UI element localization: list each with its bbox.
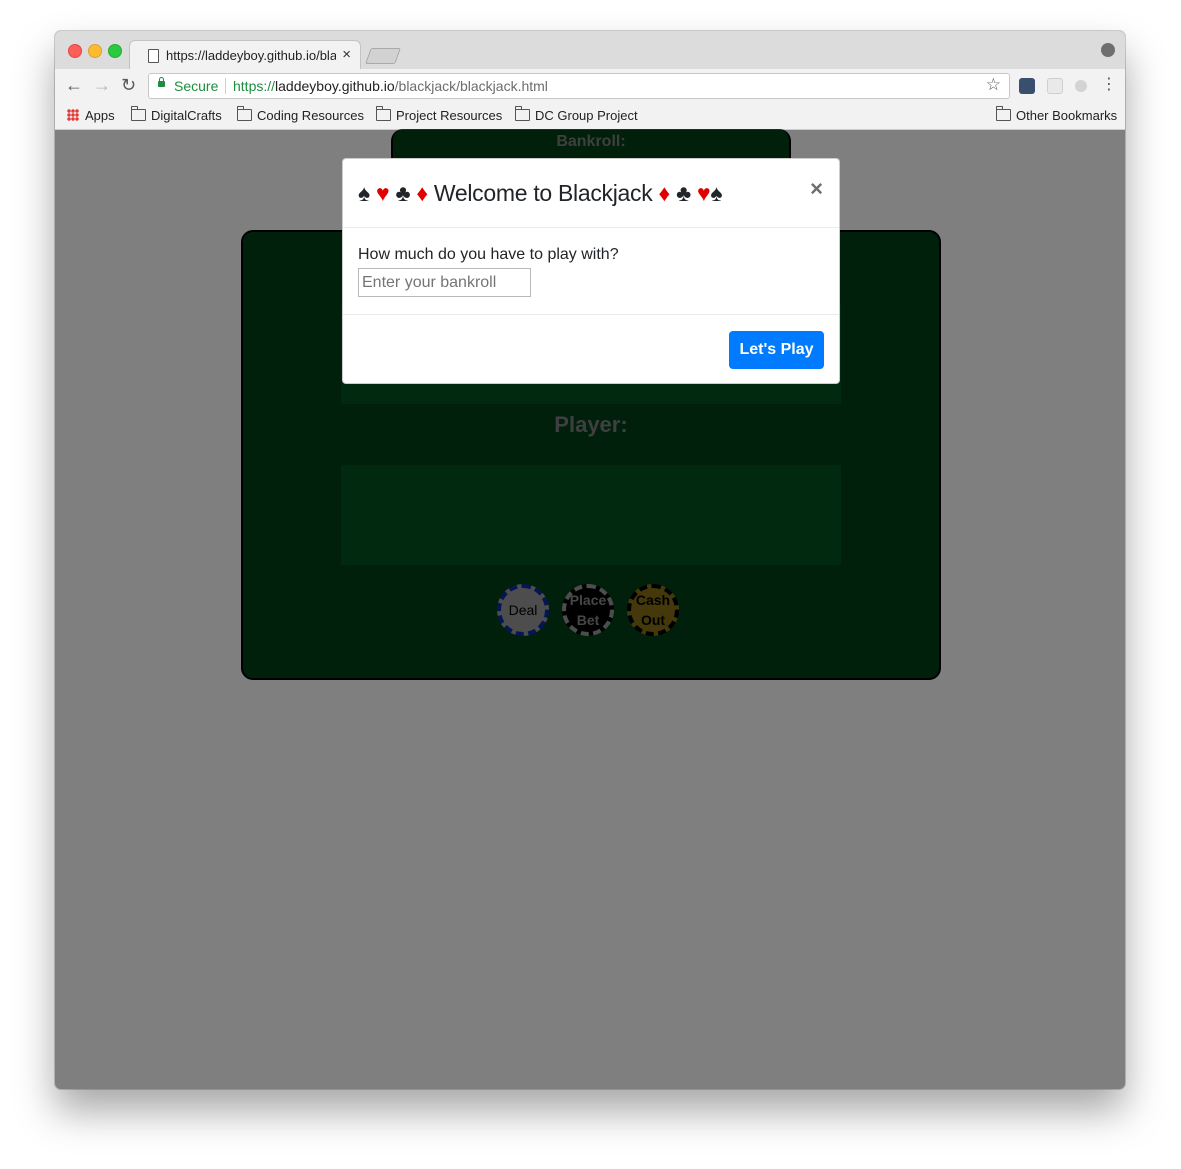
browser-window: https://laddeyboy.github.io/blackjack × … bbox=[55, 31, 1125, 1089]
club-icon: ♣ bbox=[395, 180, 411, 206]
apps-grid-icon bbox=[67, 109, 79, 121]
bookmark-other[interactable]: Other Bookmarks bbox=[996, 106, 1118, 123]
bookmark-dc-group-project[interactable]: DC Group Project bbox=[515, 106, 638, 123]
modal-close-icon[interactable]: × bbox=[810, 176, 823, 202]
tab-strip: https://laddeyboy.github.io/blackjack × bbox=[55, 31, 1125, 71]
extension-icon[interactable] bbox=[1019, 78, 1035, 94]
modal-header: ♠ ♥ ♣ ♦ Welcome to Blackjack ♦ ♣ ♥♠ × bbox=[343, 159, 839, 228]
browser-menu-icon[interactable]: ⋮ bbox=[1101, 76, 1117, 94]
bookmark-digitalcrafts[interactable]: DigitalCrafts bbox=[131, 106, 222, 123]
club-icon: ♣ bbox=[676, 180, 691, 206]
folder-icon bbox=[237, 106, 252, 121]
spade-icon: ♠ bbox=[710, 180, 723, 206]
bookmark-label: Coding Resources bbox=[257, 108, 364, 123]
back-arrow-icon[interactable]: ← bbox=[65, 75, 83, 95]
extension-icon[interactable] bbox=[1047, 78, 1063, 94]
folder-icon bbox=[996, 106, 1011, 121]
bookmark-star-icon[interactable]: ☆ bbox=[986, 75, 1001, 95]
address-bar[interactable]: Secure https://laddeyboy.github.io/black… bbox=[148, 73, 1010, 99]
lets-play-button[interactable]: Let's Play bbox=[729, 331, 824, 369]
url-host: laddeyboy.github.io bbox=[275, 78, 395, 94]
modal-title-text: Welcome to Blackjack bbox=[433, 180, 653, 206]
diamond-icon: ♦ bbox=[658, 180, 671, 206]
folder-icon bbox=[376, 106, 391, 121]
tab-title: https://laddeyboy.github.io/blackjack bbox=[166, 48, 336, 63]
modal-title: ♠ ♥ ♣ ♦ Welcome to Blackjack ♦ ♣ ♥♠ bbox=[358, 180, 723, 207]
bookmark-label: DC Group Project bbox=[535, 108, 638, 123]
document-icon bbox=[148, 49, 159, 63]
heart-icon: ♥ bbox=[376, 180, 390, 206]
bookmark-label: Project Resources bbox=[396, 108, 503, 123]
spade-icon: ♠ bbox=[358, 180, 370, 206]
bookmarks-bar: Apps DigitalCrafts Coding Resources Proj… bbox=[55, 103, 1125, 130]
url-path: /blackjack/blackjack.html bbox=[394, 78, 548, 94]
extension-icon[interactable] bbox=[1075, 80, 1087, 92]
bookmark-label: Other Bookmarks bbox=[1016, 108, 1118, 123]
url-text[interactable]: https://laddeyboy.github.io/blackjack/bl… bbox=[233, 78, 548, 94]
browser-tab[interactable]: https://laddeyboy.github.io/blackjack × bbox=[129, 40, 361, 71]
tab-close-icon[interactable]: × bbox=[342, 46, 351, 63]
profile-icon[interactable] bbox=[1101, 43, 1115, 57]
bookmark-label: DigitalCrafts bbox=[151, 108, 222, 123]
secure-label: Secure bbox=[174, 78, 219, 94]
modal-body: How much do you have to play with? bbox=[343, 228, 839, 315]
bookmark-apps[interactable]: Apps bbox=[67, 108, 115, 123]
browser-toolbar: ← → ↻ Secure https://laddeyboy.github.io… bbox=[55, 69, 1125, 103]
bankroll-prompt: How much do you have to play with? bbox=[358, 246, 619, 263]
welcome-modal: ♠ ♥ ♣ ♦ Welcome to Blackjack ♦ ♣ ♥♠ × Ho… bbox=[342, 158, 840, 384]
bookmark-coding-resources[interactable]: Coding Resources bbox=[237, 106, 364, 123]
bankroll-input[interactable] bbox=[358, 268, 531, 297]
diamond-icon: ♦ bbox=[416, 180, 428, 206]
close-window-button[interactable] bbox=[68, 44, 82, 58]
reload-icon[interactable]: ↻ bbox=[121, 75, 136, 95]
minimize-window-button[interactable] bbox=[88, 44, 102, 58]
folder-icon bbox=[515, 106, 530, 121]
lock-icon bbox=[158, 77, 165, 87]
forward-arrow-icon[interactable]: → bbox=[93, 75, 111, 95]
maximize-window-button[interactable] bbox=[108, 44, 122, 58]
url-scheme: https:// bbox=[233, 78, 276, 94]
bookmark-project-resources[interactable]: Project Resources bbox=[376, 106, 503, 123]
address-separator bbox=[225, 78, 226, 94]
new-tab-button[interactable] bbox=[365, 48, 401, 64]
bookmark-label: Apps bbox=[85, 108, 115, 123]
heart-icon: ♥ bbox=[696, 180, 711, 206]
folder-icon bbox=[131, 106, 146, 121]
